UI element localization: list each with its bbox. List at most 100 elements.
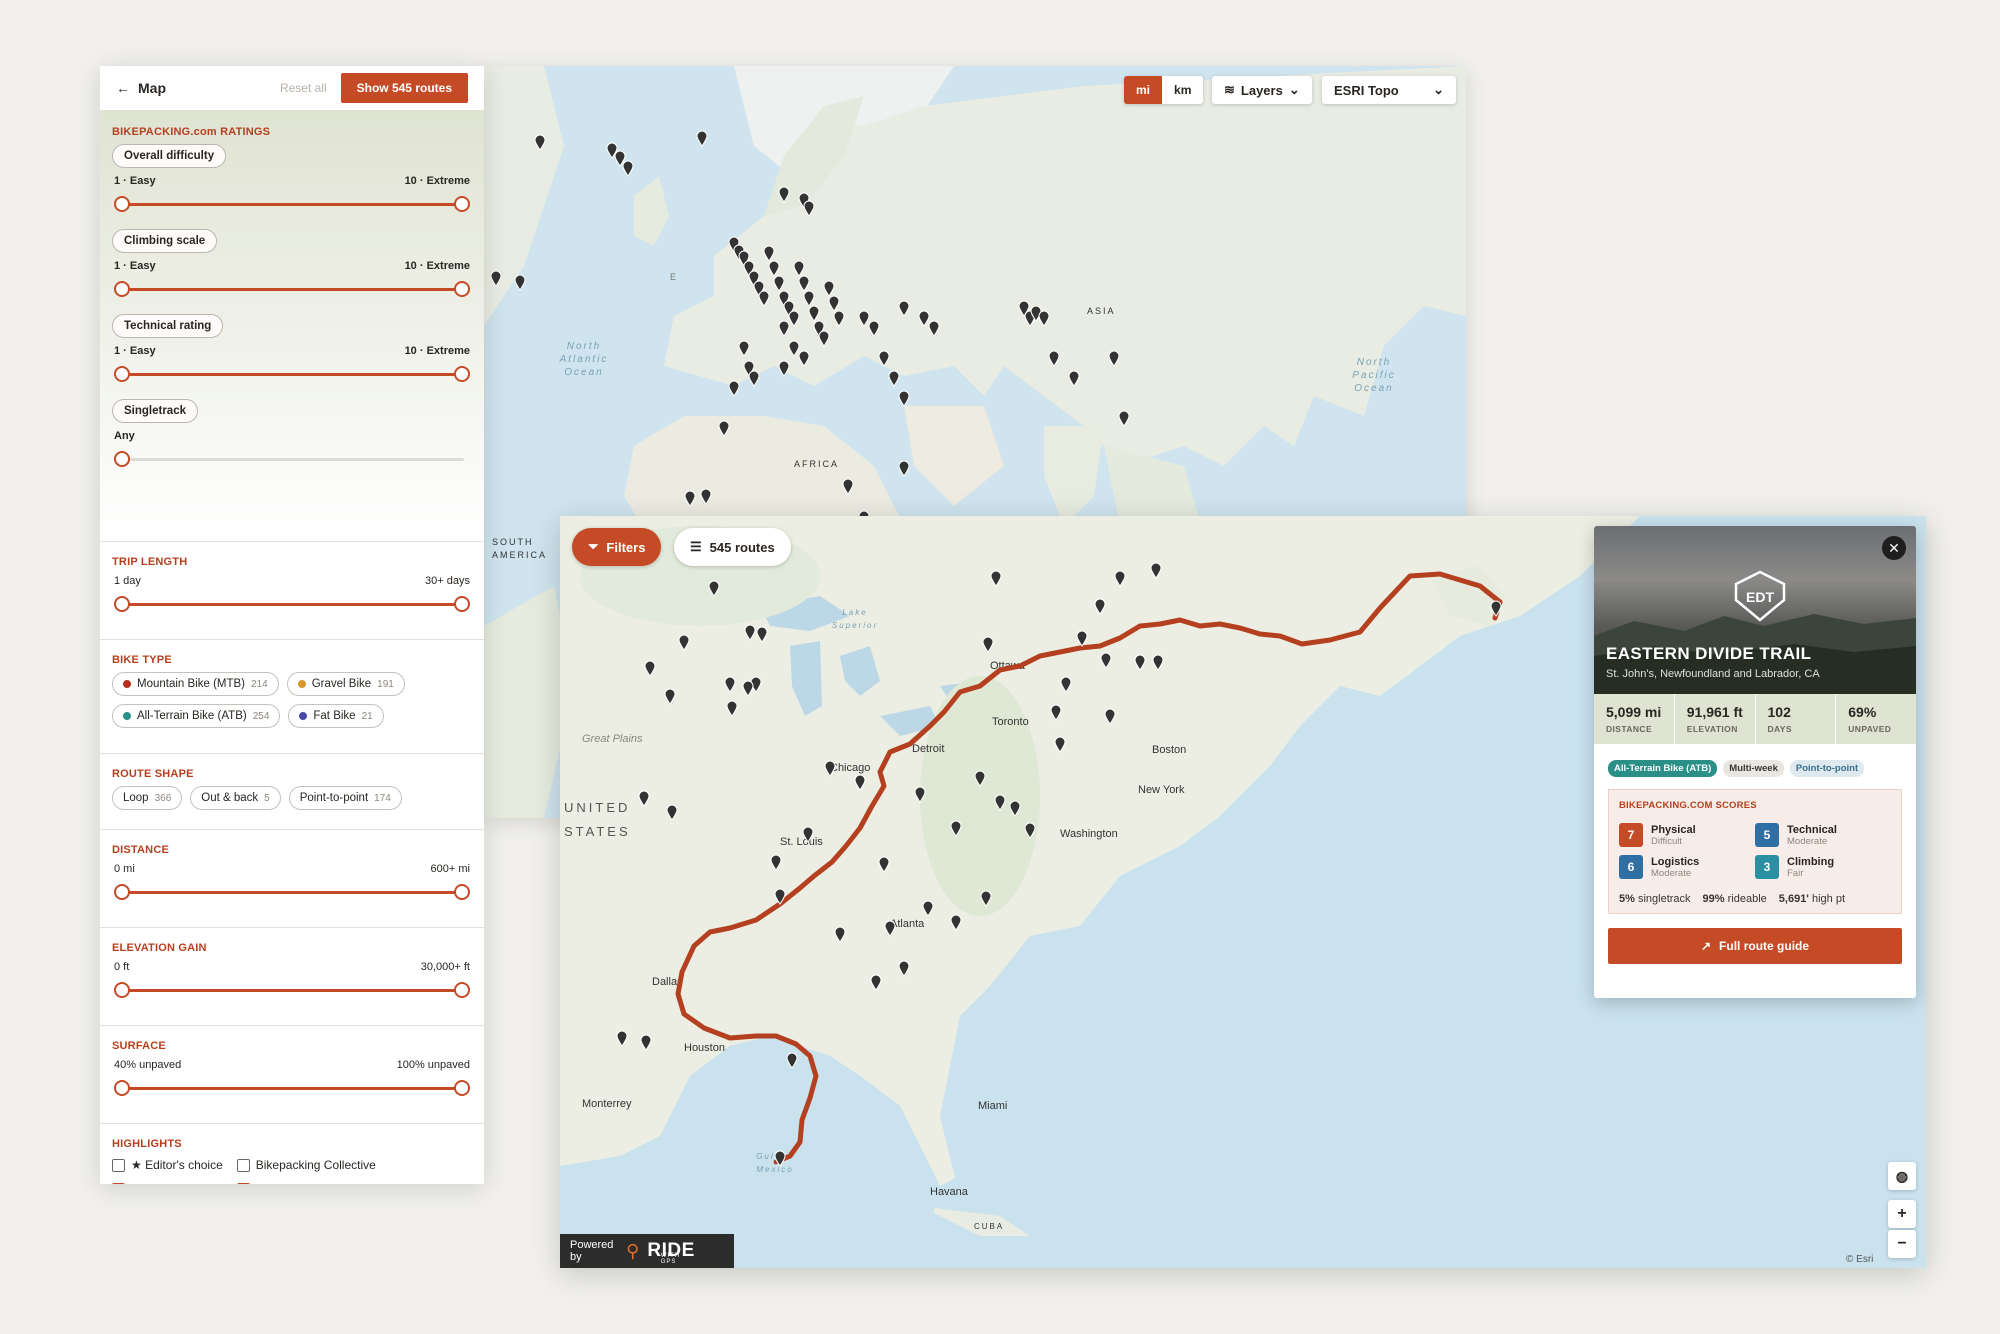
route-pin[interactable] [1054, 736, 1066, 753]
route-pin[interactable] [738, 340, 750, 357]
range-slider[interactable] [114, 363, 470, 385]
slider-handle-min[interactable] [114, 884, 130, 900]
range-slider[interactable] [114, 193, 470, 215]
globe-icon[interactable]: ◍ [1888, 1162, 1916, 1190]
route-pin[interactable] [758, 290, 770, 307]
slider-handle-min[interactable] [114, 596, 130, 612]
route-pin[interactable] [1490, 600, 1502, 617]
route-pin[interactable] [696, 130, 708, 147]
route-pin[interactable] [884, 920, 896, 937]
highlight-checkbox[interactable]: ✓Route Network Hubs [236, 1182, 376, 1184]
bike-type-chip[interactable]: Fat Bike 21 [288, 704, 384, 728]
eastern-divide-trail-route[interactable] [675, 571, 1503, 1165]
route-pin[interactable] [914, 786, 926, 803]
rating-pill[interactable]: Overall difficulty [112, 144, 227, 168]
route-pin[interactable] [1024, 822, 1036, 839]
route-pin[interactable] [824, 760, 836, 777]
reset-all-link[interactable]: Reset all [280, 81, 327, 95]
route-pin[interactable] [1114, 570, 1126, 587]
route-pin[interactable] [1118, 410, 1130, 427]
slider-handle-max[interactable] [454, 281, 470, 297]
route-pin[interactable] [644, 660, 656, 677]
route-pin[interactable] [778, 360, 790, 377]
route-pin[interactable] [678, 634, 690, 651]
full-route-guide-button[interactable]: ↗ Full route guide [1608, 928, 1902, 964]
route-pin[interactable] [950, 820, 962, 837]
range-slider[interactable] [114, 1077, 470, 1099]
route-pin[interactable] [828, 295, 840, 312]
route-pin[interactable] [756, 626, 768, 643]
ride-with-gps-badge[interactable]: Powered by ⚲ RIDE WITH GPS [560, 1234, 734, 1268]
slider-handle-max[interactable] [454, 1080, 470, 1096]
route-pin[interactable] [768, 260, 780, 277]
route-pin[interactable] [788, 340, 800, 357]
route-pin[interactable] [724, 676, 736, 693]
route-pin[interactable] [770, 854, 782, 871]
route-pin[interactable] [823, 280, 835, 297]
route-pin[interactable] [1048, 350, 1060, 367]
route-pin[interactable] [918, 310, 930, 327]
slider-handle-min[interactable] [114, 366, 130, 382]
route-pin[interactable] [1009, 800, 1021, 817]
layers-dropdown[interactable]: ≋ Layers ⌄ [1212, 76, 1312, 104]
route-pin[interactable] [1038, 310, 1050, 327]
route-pin[interactable] [684, 490, 696, 507]
routes-list-button[interactable]: ☰ 545 routes [674, 528, 791, 566]
route-pin[interactable] [928, 320, 940, 337]
rating-pill[interactable]: Climbing scale [112, 229, 218, 253]
route-pin[interactable] [870, 974, 882, 991]
route-pin[interactable] [878, 350, 890, 367]
route-pin[interactable] [742, 680, 754, 697]
route-pin[interactable] [898, 300, 910, 317]
route-pin[interactable] [763, 245, 775, 262]
route-pin[interactable] [640, 1034, 652, 1051]
route-pin[interactable] [638, 790, 650, 807]
route-pin[interactable] [798, 350, 810, 367]
checkbox[interactable] [236, 1158, 250, 1172]
slider-handle[interactable] [114, 451, 130, 467]
route-pin[interactable] [980, 890, 992, 907]
slider-handle-min[interactable] [114, 1080, 130, 1096]
route-pin[interactable] [982, 636, 994, 653]
route-pin[interactable] [833, 310, 845, 327]
route-pin[interactable] [622, 160, 634, 177]
checkbox[interactable]: ✓ [112, 1182, 125, 1184]
route-pin[interactable] [803, 200, 815, 217]
route-shape-chip[interactable]: Point-to-point 174 [288, 786, 402, 810]
slider-handle-max[interactable] [454, 596, 470, 612]
bike-type-chip[interactable]: Gravel Bike 191 [286, 672, 405, 696]
range-slider[interactable] [114, 881, 470, 903]
route-pin[interactable] [773, 275, 785, 292]
slider-handle-min[interactable] [114, 982, 130, 998]
show-routes-button[interactable]: Show 545 routes [340, 73, 468, 103]
route-pin[interactable] [1050, 704, 1062, 721]
route-pin[interactable] [1150, 562, 1162, 579]
route-pin[interactable] [842, 478, 854, 495]
route-pin[interactable] [950, 914, 962, 931]
route-pin[interactable] [922, 900, 934, 917]
slider-handle-min[interactable] [114, 196, 130, 212]
route-pin[interactable] [728, 380, 740, 397]
rating-pill[interactable]: Singletrack [112, 399, 198, 423]
range-slider[interactable] [114, 593, 470, 615]
bike-type-chip[interactable]: Mountain Bike (MTB) 214 [112, 672, 279, 696]
slider-handle-max[interactable] [454, 982, 470, 998]
zoom-out-button[interactable]: − [1888, 1230, 1916, 1258]
basemap-select[interactable]: ESRI Topo ⌄ [1322, 76, 1456, 104]
unit-mi-button[interactable]: mi [1124, 76, 1163, 104]
route-pin[interactable] [786, 1052, 798, 1069]
bike-type-chip[interactable]: All-Terrain Bike (ATB) 254 [112, 704, 281, 728]
range-slider[interactable] [114, 278, 470, 300]
route-pin[interactable] [1076, 630, 1088, 647]
unit-toggle[interactable]: mi km [1124, 76, 1204, 104]
route-pin[interactable] [808, 305, 820, 322]
route-pin[interactable] [854, 774, 866, 791]
checkbox[interactable] [112, 1158, 125, 1172]
route-pin[interactable] [726, 700, 738, 717]
route-shape-chip[interactable]: Loop 366 [112, 786, 183, 810]
route-pin[interactable] [858, 310, 870, 327]
range-slider[interactable] [114, 979, 470, 1001]
route-pin[interactable] [868, 320, 880, 337]
slider-handle-max[interactable] [454, 884, 470, 900]
route-pin[interactable] [802, 826, 814, 843]
